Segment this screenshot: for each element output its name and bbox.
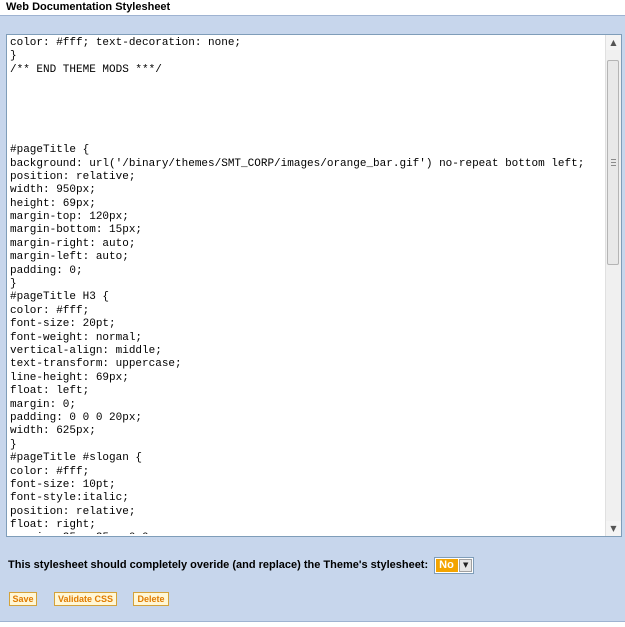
code-line: padding: 0;: [10, 264, 83, 277]
code-line: margin: 0;: [10, 398, 77, 411]
code-line: }: [10, 438, 17, 451]
code-line: width: 950px;: [10, 184, 96, 197]
code-line: color: #fff; text-decoration: none;: [10, 37, 242, 49]
code-line: #pageTitle {: [10, 144, 90, 157]
code-line: margin-right: auto;: [10, 237, 136, 250]
validate-css-button[interactable]: Validate CSS: [54, 592, 117, 606]
code-line: position: relative;: [10, 505, 136, 518]
panel-header: Web Documentation Stylesheet: [0, 0, 625, 16]
code-line: float: right;: [10, 519, 96, 532]
code-line: position: relative;: [10, 170, 136, 183]
code-line: }: [10, 278, 17, 291]
delete-button[interactable]: Delete: [133, 592, 169, 606]
override-select-value[interactable]: No: [436, 558, 459, 572]
code-line: margin-top: 120px;: [10, 211, 129, 224]
code-line: vertical-align: middle;: [10, 344, 162, 357]
css-textarea[interactable]: color: #fff; text-decoration: none;}/** …: [6, 34, 622, 537]
code-line: margin: 35px 25px 0 0;: [10, 532, 606, 534]
code-line: font-style:italic;: [10, 492, 129, 505]
css-code-content[interactable]: color: #fff; text-decoration: none;}/** …: [10, 37, 606, 534]
code-line: color: #fff;: [10, 304, 90, 317]
override-select[interactable]: No ▼: [434, 556, 475, 574]
override-option-row: This stylesheet should completely overid…: [8, 556, 475, 574]
scrollbar-thumb[interactable]: [607, 60, 619, 265]
code-line: height: 69px;: [10, 197, 96, 210]
scroll-up-icon[interactable]: ▲: [606, 35, 621, 50]
code-line: float: left;: [10, 385, 90, 398]
scroll-down-icon[interactable]: ▼: [606, 521, 621, 536]
vertical-scrollbar[interactable]: ▲ ▼: [605, 35, 621, 536]
panel-footer: [0, 621, 625, 627]
code-line: text-transform: uppercase;: [10, 358, 182, 371]
code-line: font-size: 10pt;: [10, 478, 116, 491]
code-line: background: url('/binary/themes/SMT_CORP…: [10, 157, 585, 170]
code-line: /** END THEME MODS ***/: [10, 63, 162, 76]
code-line: color: #fff;: [10, 465, 90, 478]
save-button[interactable]: Save: [9, 592, 37, 606]
grip-icon: [611, 159, 616, 166]
code-line: #pageTitle H3 {: [10, 291, 110, 304]
code-line: margin-bottom: 15px;: [10, 224, 143, 237]
code-line: margin-left: auto;: [10, 251, 129, 264]
code-line: line-height: 69px;: [10, 371, 129, 384]
code-line: padding: 0 0 0 20px;: [10, 411, 143, 424]
stylesheet-editor-panel: Web Documentation Stylesheet color: #fff…: [0, 0, 625, 627]
code-line: font-weight: normal;: [10, 331, 143, 344]
code-line: }: [10, 50, 17, 63]
panel-title: Web Documentation Stylesheet: [6, 1, 171, 13]
code-line: #pageTitle #slogan {: [10, 452, 143, 465]
code-line: width: 625px;: [10, 425, 96, 438]
override-label: This stylesheet should completely overid…: [8, 559, 429, 571]
code-line: font-size: 20pt;: [10, 318, 116, 331]
chevron-down-icon[interactable]: ▼: [459, 558, 473, 572]
